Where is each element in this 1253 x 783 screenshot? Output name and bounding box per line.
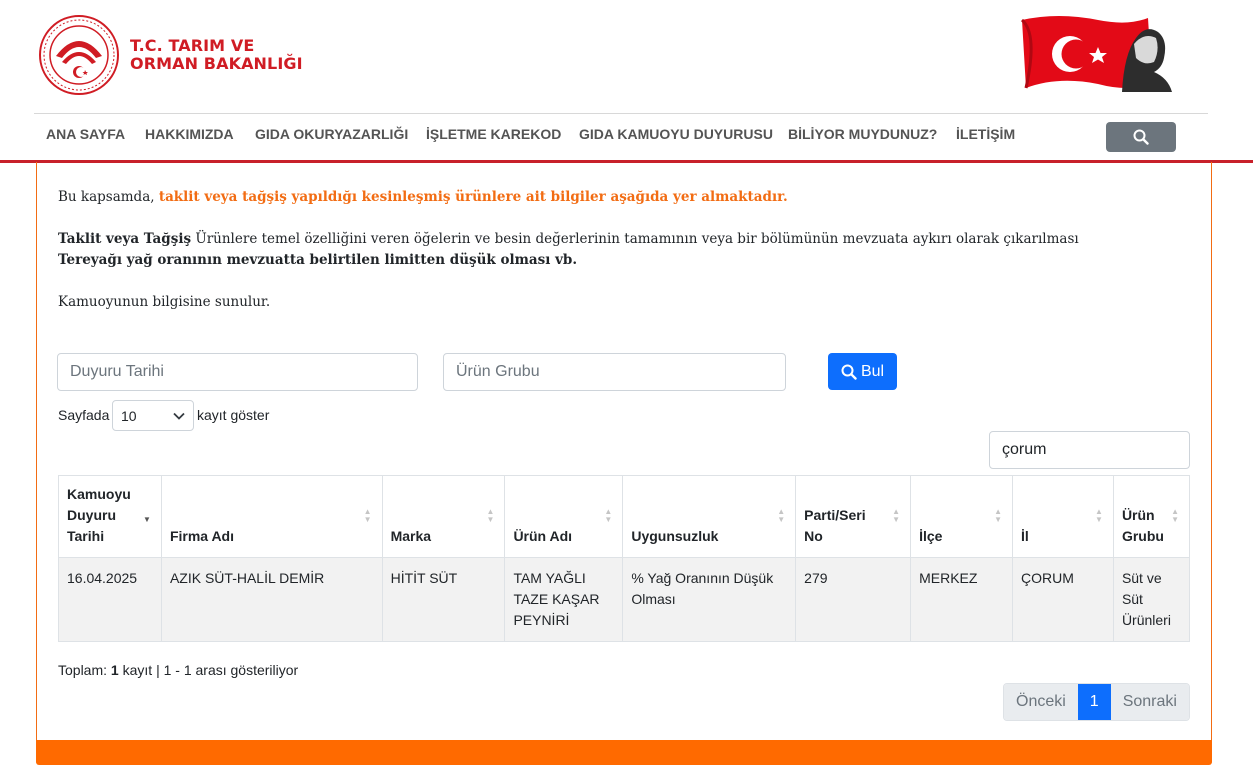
product-group-input[interactable]: Ürün Grubu: [443, 353, 786, 391]
cell-province: ÇORUM: [1012, 557, 1114, 642]
sort-icon: ▲ ▼: [486, 507, 495, 524]
pagination-next[interactable]: Sonraki: [1110, 684, 1189, 720]
col-header-province[interactable]: İl ▲ ▼: [1012, 475, 1114, 558]
cell-lot: 279: [795, 557, 912, 642]
ministry-logo[interactable]: [38, 14, 120, 96]
brand-line-2: ORMAN BAKANLIĞI: [130, 54, 303, 73]
flag-portrait-image: [1020, 16, 1172, 92]
col-header-group[interactable]: Ürün Grubu ▲ ▼: [1112, 475, 1191, 558]
sort-icon: ▲ ▼: [892, 507, 901, 524]
nav-iletisim[interactable]: İLETİŞİM: [956, 126, 1015, 142]
search-submit-label: Bul: [860, 362, 885, 380]
announcement-date-input[interactable]: Duyuru Tarihi: [57, 353, 418, 391]
table-header-row: Kamuoyu Duyuru Tarihi ▼ Firma Adı ▲ ▼ Marka ▲ ▼…: [58, 475, 1191, 558]
col-header-nonconformity[interactable]: Uygunsuzluk ▲ ▼: [622, 475, 797, 558]
magnifier-icon: [1133, 129, 1149, 145]
sort-icon: ▲ ▼: [363, 507, 372, 524]
nav-biliyor-muydunuz[interactable]: BİLİYOR MUYDUNUZ?: [788, 126, 937, 142]
col-header-firm[interactable]: Firma Adı ▲ ▼: [160, 475, 383, 558]
length-suffix: kayıt göster: [197, 407, 270, 423]
table-search-input[interactable]: çorum: [989, 431, 1190, 469]
sort-icon: ▲ ▼: [777, 507, 786, 524]
intro-paragraph-2: Taklit veya Tağşiş Ürünlere temel özelli…: [58, 231, 1079, 247]
chevron-down-icon: [173, 412, 185, 420]
pagination-prev[interactable]: Önceki: [1004, 684, 1078, 720]
cell-firm: AZIK SÜT-HALİL DEMİR: [160, 557, 383, 642]
cell-nonconformity: % Yağ Oranının Düşük Olması: [622, 557, 797, 642]
cell-date: 16.04.2025: [58, 557, 162, 642]
pagination: Önceki 1 Sonraki: [1003, 683, 1190, 721]
footer-bar: [36, 740, 1212, 765]
site-header: T.C. TARIM VE ORMAN BAKANLIĞI: [0, 0, 1253, 114]
col-header-product[interactable]: Ürün Adı ▲ ▼: [504, 475, 624, 558]
search-submit-button[interactable]: Bul: [828, 353, 897, 390]
definition-text: Ürünlere temel özelliğini veren öğelerin…: [191, 231, 1079, 247]
page-length-select[interactable]: 10: [112, 400, 194, 431]
cell-brand: HİTİT SÜT: [381, 557, 506, 642]
intro-paragraph-4: Kamuoyunun bilgisine sunulur.: [58, 294, 271, 310]
col-header-lot[interactable]: Parti/Seri No ▲ ▼: [795, 475, 912, 558]
col-header-district[interactable]: İlçe ▲ ▼: [910, 475, 1014, 558]
nav-gida-okuryazarligi[interactable]: GIDA OKURYAZARLIĞI: [255, 126, 408, 142]
ministry-brand-text[interactable]: T.C. TARIM VE ORMAN BAKANLIĞI: [130, 37, 303, 73]
intro-paragraph-3: Tereyağı yağ oranının mevzuatta belirtil…: [58, 252, 578, 268]
announcements-table: Kamuoyu Duyuru Tarihi ▼ Firma Adı ▲ ▼ Marka ▲ ▼…: [58, 475, 1191, 642]
intro-prefix: Bu kapsamda,: [58, 189, 159, 205]
intro-highlight: taklit veya tağşiş yapıldığı kesinleşmiş…: [158, 189, 788, 205]
cell-group: Süt ve Süt Ürünleri: [1112, 557, 1191, 642]
brand-line-1: T.C. TARIM VE: [130, 36, 255, 55]
sort-icon: ▲ ▼: [994, 507, 1003, 524]
length-prefix: Sayfada: [58, 407, 110, 423]
table-row: 16.04.2025 AZIK SÜT-HALİL DEMİR HİTİT SÜ…: [58, 557, 1191, 642]
col-header-date[interactable]: Kamuoyu Duyuru Tarihi ▼: [58, 475, 162, 558]
definition-term: Taklit veya Tağşiş: [58, 231, 192, 247]
nav-ana-sayfa[interactable]: ANA SAYFA: [46, 126, 125, 142]
magnifier-icon: [841, 364, 857, 380]
page-length-value: 10: [121, 407, 137, 424]
main-nav: ANA SAYFA HAKKIMIZDA GIDA OKURYAZARLIĞI …: [34, 114, 1208, 160]
nav-gida-kamuoyu-duyurusu[interactable]: GIDA KAMUOYU DUYURUSU: [579, 126, 773, 142]
nav-isletme-karekod[interactable]: İŞLETME KAREKOD: [426, 126, 561, 142]
sort-icon: ▲ ▼: [1095, 507, 1103, 524]
table-summary: Toplam: 1 kayıt | 1 - 1 arası gösteriliy…: [58, 662, 299, 678]
cell-product: TAM YAĞLI TAZE KAŞAR PEYNİRİ: [504, 557, 624, 642]
intro-paragraph-1: Bu kapsamda, taklit veya tağşiş yapıldığ…: [58, 189, 788, 205]
col-header-brand[interactable]: Marka ▲ ▼: [381, 475, 506, 558]
nav-search-button[interactable]: [1106, 122, 1176, 152]
sort-icon: ▲ ▼: [604, 507, 613, 524]
sort-icon: ▼: [143, 515, 151, 524]
nav-hakkimizda[interactable]: HAKKIMIZDA: [145, 126, 234, 142]
cell-district: MERKEZ: [910, 557, 1014, 642]
pagination-page-1[interactable]: 1: [1077, 684, 1111, 720]
sort-icon: ▲ ▼: [1171, 507, 1179, 524]
